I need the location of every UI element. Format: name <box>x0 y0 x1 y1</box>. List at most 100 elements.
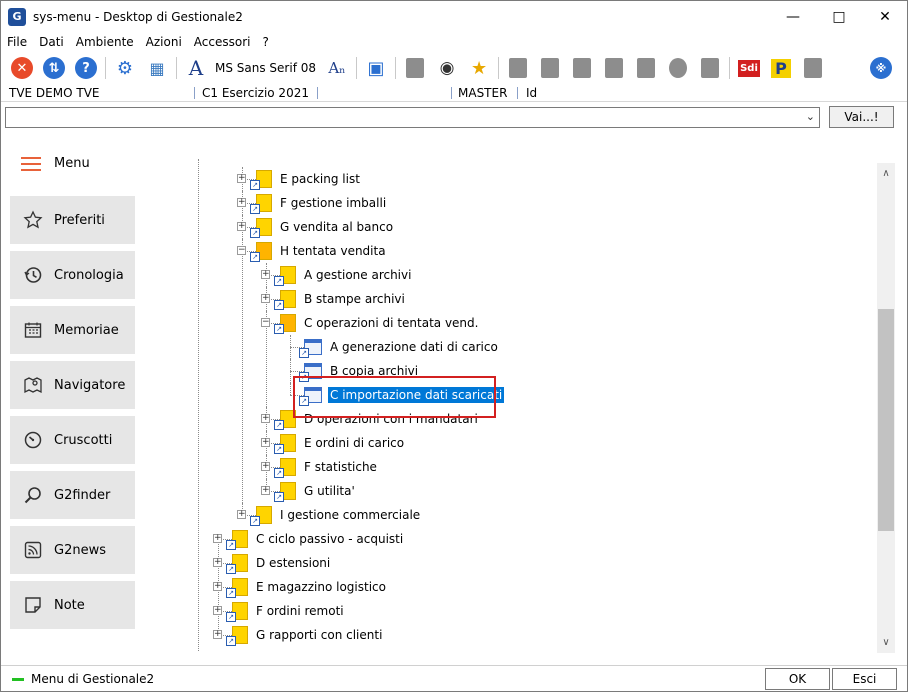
expand-toggle-icon[interactable]: + <box>261 414 270 423</box>
title-bar[interactable]: G sys-menu - Desktop di Gestionale2 — □ … <box>1 1 907 32</box>
minimize-icon[interactable]: — <box>770 1 816 32</box>
tool-button-3[interactable] <box>537 55 563 81</box>
tree-node[interactable]: ↗ I gestione commerciale <box>250 503 422 527</box>
scroll-down-icon[interactable]: ∨ <box>877 634 895 651</box>
tree-node[interactable]: ↗ D estensioni <box>226 551 332 575</box>
iv-button[interactable] <box>800 55 826 81</box>
maximize-icon[interactable]: □ <box>816 1 862 32</box>
expand-toggle-icon[interactable]: + <box>261 462 270 471</box>
go-button[interactable]: Vai...! <box>829 106 894 128</box>
sidebar-item-label: Note <box>54 597 85 613</box>
tree-node[interactable]: ↗ E magazzino logistico <box>226 575 388 599</box>
expand-toggle-icon[interactable]: + <box>213 534 222 543</box>
sidebar-item-memoriae[interactable]: Memoriae <box>10 306 135 354</box>
tree-node[interactable]: ↗ G utilita' <box>274 479 357 503</box>
help-button[interactable]: ? <box>73 55 99 81</box>
settings-button[interactable]: ⚙ <box>112 55 138 81</box>
expand-toggle-icon[interactable]: + <box>213 558 222 567</box>
tool-icon <box>541 58 560 78</box>
tree-node[interactable]: ↗ F statistiche <box>274 455 379 479</box>
menu-accessori[interactable]: Accessori <box>194 35 251 49</box>
sidebar-item-cronologia[interactable]: Cronologia <box>10 251 135 299</box>
tree-node[interactable]: ↗ F ordini remoti <box>226 599 346 623</box>
calculator-button[interactable]: ▦ <box>144 55 170 81</box>
fiscal-year: C1 Esercizio 2021 <box>202 86 309 100</box>
collapse-toggle-icon[interactable]: − <box>261 318 270 327</box>
expand-toggle-icon[interactable]: + <box>237 174 246 183</box>
tree-node[interactable]: ↗ A gestione archivi <box>274 263 413 287</box>
tool-button-4[interactable] <box>569 55 595 81</box>
scrollbar-thumb[interactable] <box>878 309 894 531</box>
expand-toggle-icon[interactable]: + <box>261 294 270 303</box>
sidebar-item-note[interactable]: Note <box>10 581 135 629</box>
tree-node-label: H tentata vendita <box>280 244 386 258</box>
shortcut-arrow-icon: ↗ <box>226 540 236 550</box>
menu-ambiente[interactable]: Ambiente <box>76 35 134 49</box>
tree-node[interactable]: ↗ C ciclo passivo - acquisti <box>226 527 405 551</box>
sidebar-item-preferiti[interactable]: Preferiti <box>10 196 135 244</box>
app-logo-icon: G <box>8 7 26 26</box>
navigate-button[interactable]: ⇅ <box>41 55 67 81</box>
broadcast-button[interactable]: ※ <box>868 55 894 81</box>
tree-node[interactable]: ↗ H tentata vendita <box>250 239 388 263</box>
expand-toggle-icon[interactable]: + <box>237 198 246 207</box>
sidebar-item-g2news[interactable]: G2news <box>10 526 135 574</box>
shortcut-arrow-icon: ↗ <box>274 468 284 478</box>
tool-button-6[interactable] <box>633 55 659 81</box>
tool-button-5[interactable] <box>601 55 627 81</box>
tree-node-label: C ciclo passivo - acquisti <box>256 532 404 546</box>
sidebar-item-navigatore[interactable]: Navigatore <box>10 361 135 409</box>
tree-node[interactable]: ↗ E ordini di carico <box>274 431 406 455</box>
tree-node[interactable]: ↗ F gestione imballi <box>250 191 388 215</box>
sidebar-item-cruscotti[interactable]: Cruscotti <box>10 416 135 464</box>
tree-node[interactable]: ↗ G rapporti con clienti <box>226 623 384 647</box>
program-window-icon: ↗ <box>299 339 322 358</box>
p-button[interactable]: P <box>768 55 794 81</box>
sdi-button[interactable]: Sdi <box>736 55 762 81</box>
status-text: Menu di Gestionale2 <box>31 672 155 686</box>
menu-file[interactable]: File <box>7 35 27 49</box>
font-size-icon: Aₙ <box>328 59 346 77</box>
tree-node-label: E packing list <box>280 172 360 186</box>
tree-node[interactable]: ↗ B stampe archivi <box>274 287 407 311</box>
tool-button-1[interactable] <box>402 55 428 81</box>
ok-button[interactable]: OK <box>765 668 830 690</box>
tool-button-8[interactable] <box>697 55 723 81</box>
scroll-up-icon[interactable]: ∧ <box>877 165 895 182</box>
tree-node[interactable]: ↗ G vendita al banco <box>250 215 395 239</box>
close-icon[interactable]: ✕ <box>862 1 908 32</box>
card-button[interactable]: ▣ <box>363 55 389 81</box>
menu-dati[interactable]: Dati <box>39 35 64 49</box>
toolbar-separator <box>395 57 397 79</box>
tool-button-2[interactable] <box>505 55 531 81</box>
expand-toggle-icon[interactable]: + <box>213 582 222 591</box>
tree-node[interactable]: ↗ A generazione dati di carico <box>299 335 500 359</box>
expand-toggle-icon[interactable]: + <box>213 606 222 615</box>
expand-toggle-icon[interactable]: + <box>237 510 246 519</box>
exit-button[interactable]: Esci <box>832 668 897 690</box>
find-button[interactable]: ◉ <box>434 55 460 81</box>
chevron-down-icon[interactable]: ⌄ <box>806 110 815 123</box>
expand-toggle-icon[interactable]: + <box>261 486 270 495</box>
menu-bar: File Dati Ambiente Azioni Accessori ? <box>1 32 907 52</box>
tree-node[interactable]: ↗ C operazioni di tentata vend. <box>274 311 480 335</box>
sidebar-item-g2finder[interactable]: G2finder <box>10 471 135 519</box>
font-size-button[interactable]: Aₙ <box>324 55 350 81</box>
tree-node[interactable]: ↗ E packing list <box>250 167 362 191</box>
star-icon <box>22 209 44 231</box>
command-input[interactable]: ⌄ <box>5 107 820 128</box>
tool-button-7[interactable] <box>665 55 691 81</box>
menu-azioni[interactable]: Azioni <box>146 35 182 49</box>
expand-toggle-icon[interactable]: + <box>213 630 222 639</box>
favorite-button[interactable]: ★ <box>466 55 492 81</box>
user-name: MASTER <box>458 86 508 100</box>
expand-toggle-icon[interactable]: + <box>261 438 270 447</box>
menu-help[interactable]: ? <box>263 35 269 49</box>
expand-toggle-icon[interactable]: + <box>237 222 246 231</box>
tree-scrollbar[interactable]: ∧ ∨ <box>877 163 895 653</box>
expand-toggle-icon[interactable]: + <box>261 270 270 279</box>
collapse-toggle-icon[interactable]: − <box>237 246 246 255</box>
font-button[interactable]: A <box>183 55 209 81</box>
menu-toggle[interactable]: Menu <box>21 156 90 171</box>
exit-button[interactable]: ✕ <box>9 55 35 81</box>
